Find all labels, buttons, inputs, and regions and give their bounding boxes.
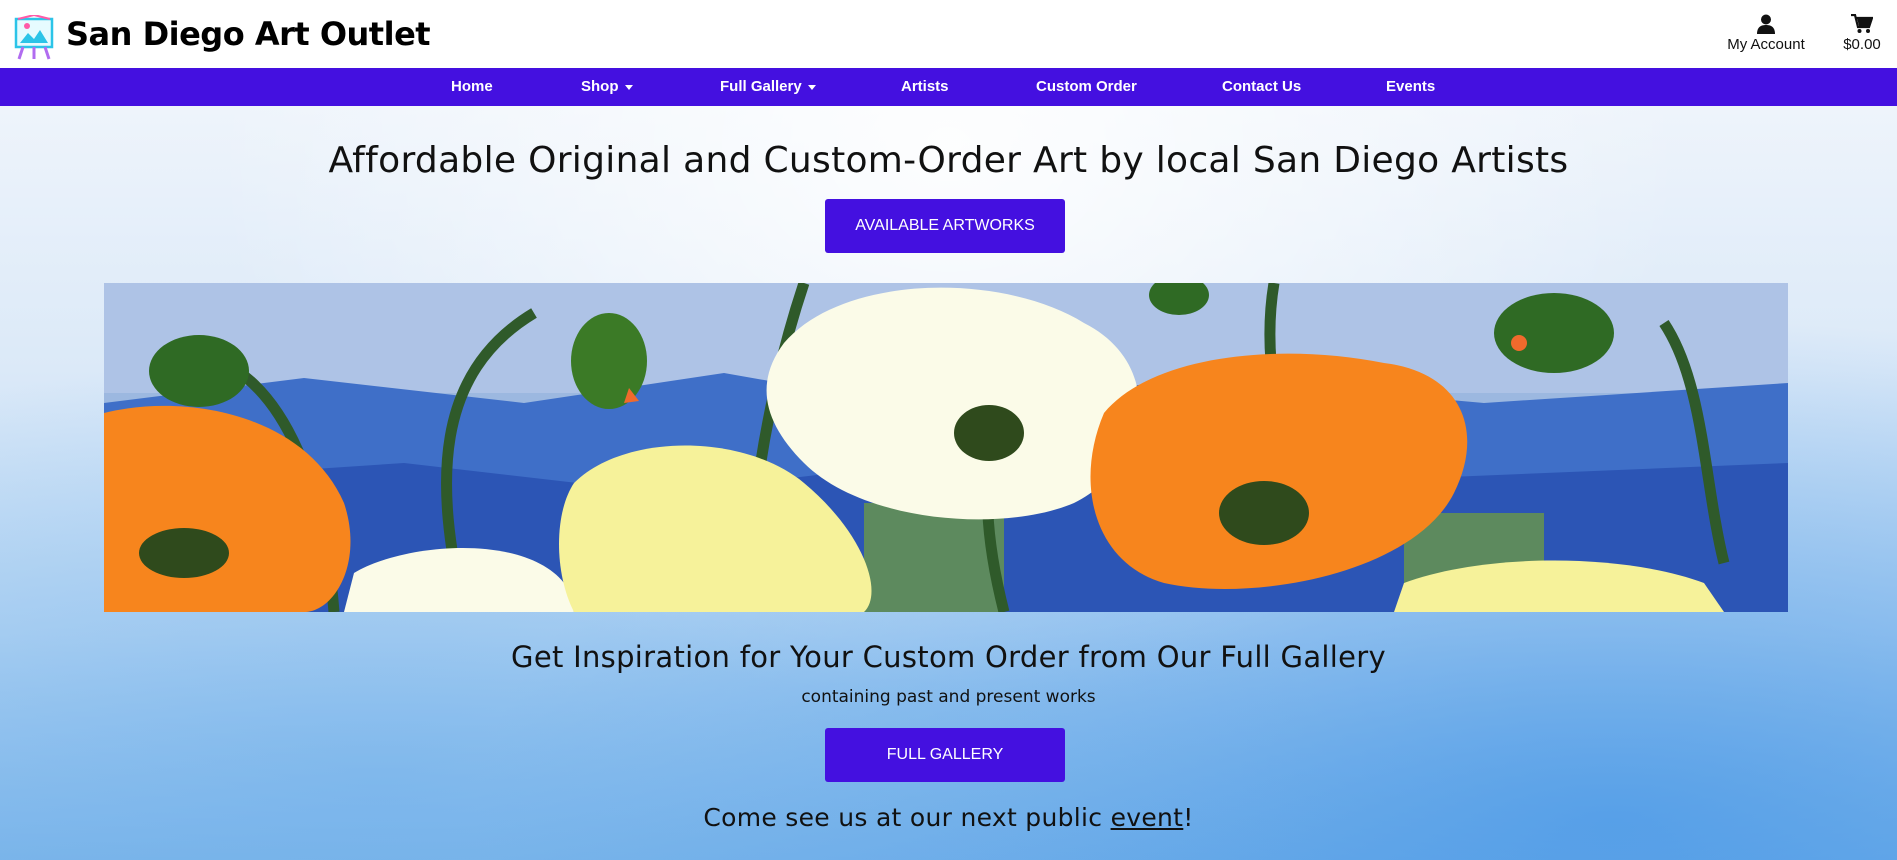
event-link[interactable]: event xyxy=(1111,803,1184,832)
nav-shop[interactable]: Shop xyxy=(581,68,633,106)
cart-total: $0.00 xyxy=(1843,36,1881,53)
nav-events[interactable]: Events xyxy=(1386,68,1435,106)
cart-link[interactable]: $0.00 xyxy=(1832,14,1892,53)
nav-contact-us[interactable]: Contact Us xyxy=(1222,68,1301,106)
nav-artists[interactable]: Artists xyxy=(901,68,949,106)
main-nav: Home Shop Full Gallery Artists Custom Or… xyxy=(0,68,1897,106)
brand-name[interactable]: San Diego Art Outlet xyxy=(66,15,431,53)
gallery-heading: Get Inspiration for Your Custom Order fr… xyxy=(511,640,1386,674)
chevron-down-icon xyxy=(807,84,816,90)
my-account-label: My Account xyxy=(1727,36,1805,53)
poppy-painting-image xyxy=(104,283,1788,612)
site-header: San Diego Art Outlet My Account $0.00 xyxy=(0,0,1897,68)
poppy-painting-banner xyxy=(104,283,1788,612)
nav-custom-order[interactable]: Custom Order xyxy=(1036,68,1137,106)
event-suffix: ! xyxy=(1183,803,1194,832)
chevron-down-icon xyxy=(624,84,633,90)
nav-home[interactable]: Home xyxy=(451,68,493,106)
page-headline: Affordable Original and Custom-Order Art… xyxy=(328,140,1569,181)
nav-full-gallery[interactable]: Full Gallery xyxy=(720,68,816,106)
available-artworks-button[interactable]: AVAILABLE ARTWORKS xyxy=(825,199,1065,253)
event-prefix: Come see us at our next public xyxy=(703,803,1111,832)
my-account-link[interactable]: My Account xyxy=(1716,14,1816,53)
full-gallery-button[interactable]: FULL GALLERY xyxy=(825,728,1065,782)
cart-icon xyxy=(1851,14,1873,33)
event-callout: Come see us at our next public event! xyxy=(0,803,1897,832)
user-icon xyxy=(1757,14,1775,34)
easel-logo-icon[interactable] xyxy=(13,15,55,60)
gallery-subheading: containing past and present works xyxy=(801,687,1096,707)
